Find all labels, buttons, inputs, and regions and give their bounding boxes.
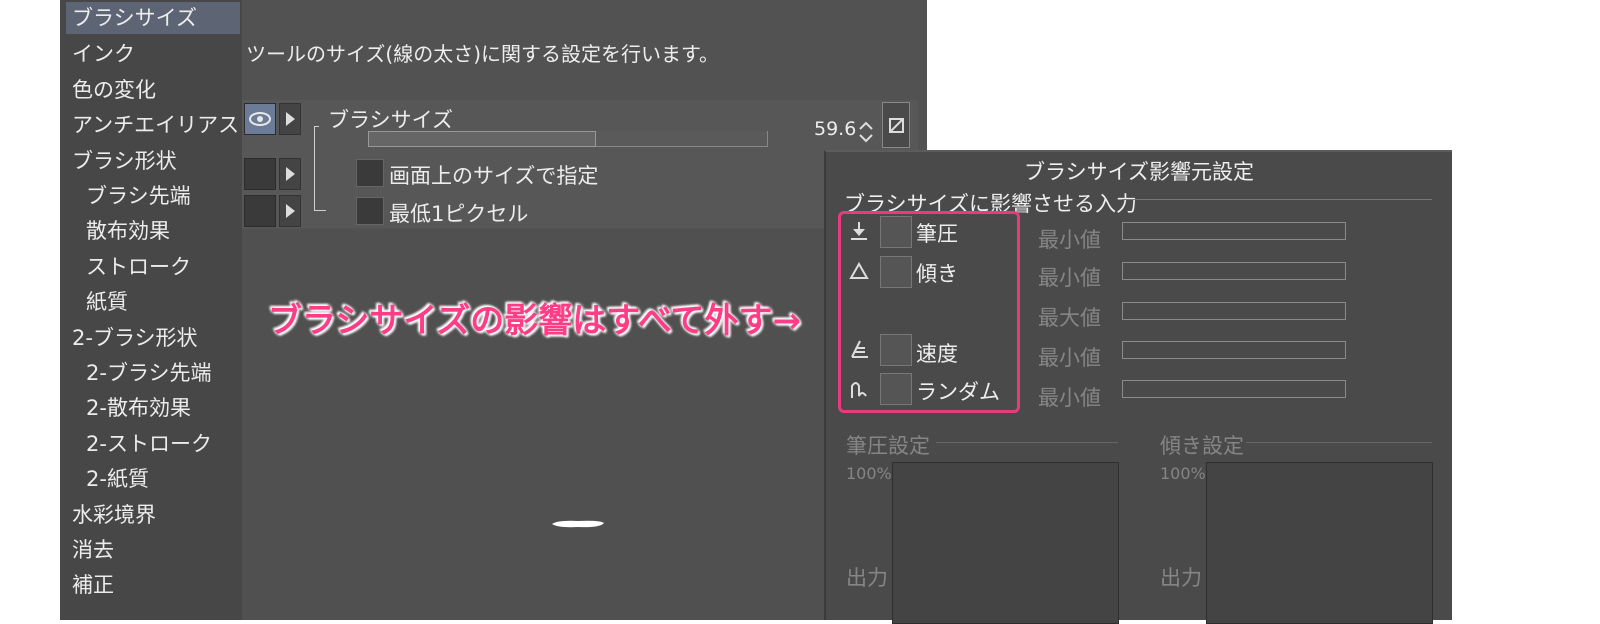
category-item[interactable]: 水彩境界 [60,498,242,532]
visibility-toggle[interactable] [244,158,276,190]
min-1px-label: 最低1ピクセル [389,202,529,226]
category-item[interactable]: アンチエイリアス [60,108,242,142]
min-value-label: 最小値 [1038,228,1101,252]
tilt-settings-label: 傾き設定 [1160,434,1244,458]
dialog-title: ブラシサイズ影響元設定 [1024,160,1254,184]
spin-updown-icon[interactable] [857,119,875,145]
description-text: ツールのサイズ(線の太さ)に関する設定を行います。 [246,42,720,66]
category-item[interactable]: 散布効果 [60,214,242,248]
highlight-box [838,211,1020,413]
screen-size-checkbox[interactable] [356,159,384,187]
expand-arrow-button[interactable] [279,195,301,227]
category-item[interactable]: 補正 [60,568,242,602]
category-item[interactable]: 2-ストローク [60,427,242,461]
category-item[interactable]: 消去 [60,533,242,567]
visibility-toggle[interactable] [244,195,276,227]
category-list: ブラシサイズ インク 色の変化 アンチエイリアス ブラシ形状 ブラシ先端 散布効果 ストローク… [60,0,242,620]
pressure-settings-button[interactable] [882,102,910,148]
no-pressure-icon [889,118,904,133]
min-value-label: 最小値 [1038,346,1101,370]
category-item[interactable]: ブラシサイズ [66,2,240,34]
random-min-slider[interactable] [1122,380,1346,398]
velocity-min-slider[interactable] [1122,341,1346,359]
annotation-text: ブラシサイズの影響はすべて外す→ [268,301,802,341]
category-item[interactable]: 2-紙質 [60,462,242,496]
tilt-curve-graph[interactable] [1206,462,1433,624]
tilt-min-slider[interactable] [1122,262,1346,280]
category-item[interactable]: 紙質 [60,285,242,319]
min-value-label: 最小値 [1038,266,1101,290]
output-label: 出力 [846,566,888,590]
visibility-toggle[interactable] [244,103,276,135]
brush-size-slider[interactable] [368,131,768,147]
brush-size-label: ブラシサイズ [328,108,453,132]
max-value-label: 最大値 [1038,306,1101,330]
screen-size-label: 画面上のサイズで指定 [389,164,599,188]
eye-icon [249,112,271,126]
preview-stroke [552,520,604,528]
expand-arrow-button[interactable] [279,103,301,135]
expand-arrow-button[interactable] [279,158,301,190]
brush-size-value[interactable]: 59.6 [814,118,856,140]
category-item[interactable]: インク [60,37,242,71]
pressure-min-slider[interactable] [1122,222,1346,240]
percent-label: 100% [846,464,892,483]
min-value-label: 最小値 [1038,386,1101,410]
percent-label: 100% [1160,464,1206,483]
category-item[interactable]: ブラシ形状 [60,144,242,178]
brush-size-slider-fill [368,131,596,147]
pressure-curve-graph[interactable] [892,462,1119,624]
category-item[interactable]: 色の変化 [60,73,242,107]
category-item[interactable]: 2-ブラシ先端 [60,356,242,390]
description-area: ツールのサイズ(線の太さ)に関する設定を行います。 [242,0,918,100]
output-label: 出力 [1160,566,1202,590]
category-item[interactable]: 2-ブラシ形状 [60,321,242,355]
category-item[interactable]: ストローク [60,250,242,284]
category-item[interactable]: 2-散布効果 [60,391,242,425]
category-item[interactable]: ブラシ先端 [60,179,242,213]
pressure-settings-label: 筆圧設定 [846,434,930,458]
settings-area: ブラシサイズ 59.6 画面上のサイズで指定 最低1ピクセル [242,100,918,228]
tree-line [314,126,315,210]
min-1px-checkbox[interactable] [356,197,384,225]
tilt-max-slider[interactable] [1122,302,1346,320]
